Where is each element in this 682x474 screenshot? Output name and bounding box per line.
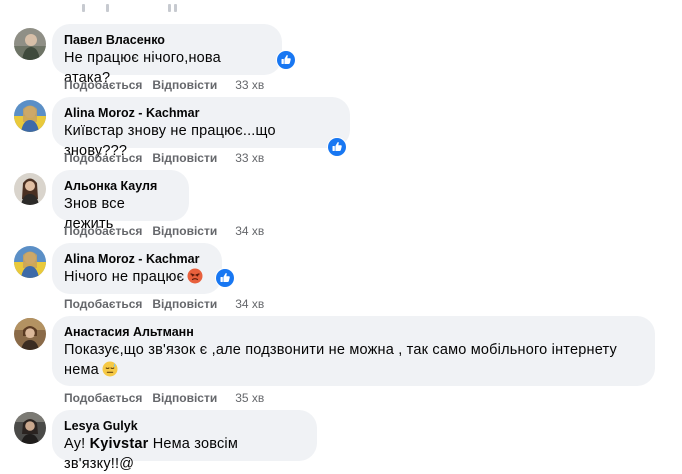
comment-bubble: Альонка Кауля Знов все лежить [52,170,189,232]
author-name[interactable]: Lesya Gulyk [64,418,305,434]
mentioned-page-link[interactable]: Kyivstar [90,436,149,452]
comment-text: Нічого не працює [64,267,210,290]
previous-comment-fragment [60,4,260,18]
comment-text-pre: Ау! [64,436,90,452]
comment-bubble: Павел Власенко Не працює нічого,нова ата… [52,24,282,86]
comment-actions: Подобається Відповісти 34 хв [64,224,264,238]
author-name[interactable]: Анастасия Альтманн [64,324,643,340]
comment-text: Ау! Kyivstar Нема зовсім зв'язку!!@ [64,434,305,474]
angry-face-emoji [187,268,203,290]
avatar[interactable] [14,173,46,205]
timestamp[interactable]: 34 хв [235,297,264,311]
reply-link[interactable]: Відповісти [152,297,217,311]
comment-text-line-2: нема [64,360,643,383]
timestamp[interactable]: 33 хв [235,78,264,92]
author-name[interactable]: Alina Moroz - Kachmar [64,251,210,267]
like-link[interactable]: Подобається [64,151,142,165]
avatar[interactable] [14,318,46,350]
timestamp[interactable]: 34 хв [235,224,264,238]
comment-actions: Подобається Відповісти 33 хв [64,78,264,92]
comment-actions: Подобається Відповісти 33 хв [64,151,264,165]
author-name[interactable]: Павел Власенко [64,32,270,48]
like-link[interactable]: Подобається [64,391,142,405]
like-link[interactable]: Подобається [64,78,142,92]
timestamp[interactable]: 35 хв [235,391,264,405]
avatar[interactable] [14,412,46,444]
reply-link[interactable]: Відповісти [152,78,217,92]
comment-bubble: Анастасия Альтманн Показує,що зв'язок є … [52,316,655,386]
reply-link[interactable]: Відповісти [152,391,217,405]
like-link[interactable]: Подобається [64,297,142,311]
author-name[interactable]: Альонка Кауля [64,178,177,194]
avatar[interactable] [14,28,46,60]
comment-actions: Подобається Відповісти 35 хв [64,391,264,405]
like-reaction-badge[interactable] [276,50,296,70]
reply-link[interactable]: Відповісти [152,224,217,238]
like-icon [277,51,295,69]
downcast-sweat-emoji [102,361,118,383]
comment-text-line: Показує,що зв'язок є ,але подзвонити не … [64,342,617,358]
comment-bubble: Lesya Gulyk Ау! Kyivstar Нема зовсім зв'… [52,410,317,472]
like-icon [328,138,346,156]
avatar[interactable] [14,100,46,132]
timestamp[interactable]: 33 хв [235,151,264,165]
like-reaction-badge[interactable] [215,268,235,288]
comment-text-content: Нічого не працює [64,269,185,285]
author-name[interactable]: Alina Moroz - Kachmar [64,105,338,121]
comment-bubble: Alina Moroz - Kachmar Київстар знову не … [52,97,350,159]
comment-actions: Подобається Відповісти 34 хв [64,297,264,311]
comment-bubble: Alina Moroz - Kachmar Нічого не працює [52,243,222,294]
comment-text-content: нема [64,362,99,378]
like-reaction-badge[interactable] [327,137,347,157]
like-icon [216,269,234,287]
like-link[interactable]: Подобається [64,224,142,238]
avatar[interactable] [14,246,46,278]
comment-text: Показує,що зв'язок є ,але подзвонити не … [64,340,643,383]
reply-link[interactable]: Відповісти [152,151,217,165]
